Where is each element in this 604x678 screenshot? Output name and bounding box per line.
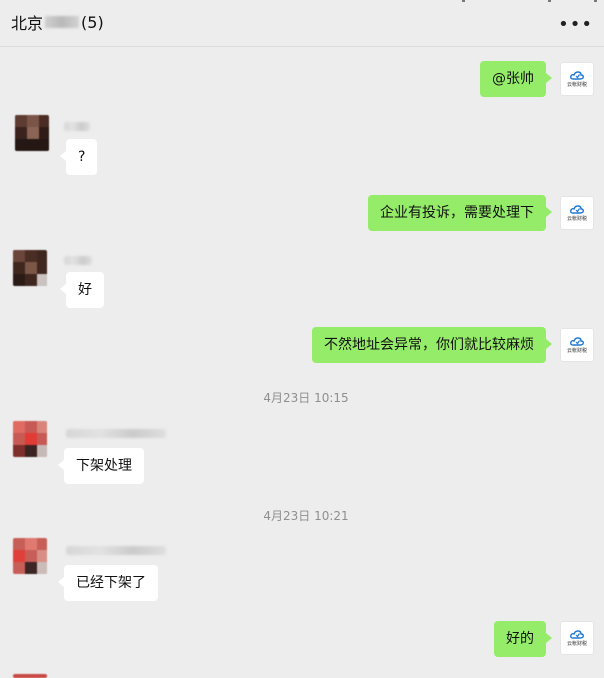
member-count: (5) [81,12,104,32]
sender-name-redacted [64,122,90,131]
avatar[interactable] [15,115,49,151]
cloud-logo-icon [570,70,584,80]
sender-name-redacted [66,546,166,555]
my-avatar[interactable]: 云帐财税 [560,621,594,655]
avatar[interactable] [13,538,47,574]
more-options-icon[interactable]: ••• [558,16,593,34]
message-bubble-other[interactable]: ? [59,139,98,175]
timestamp: 4月23日 10:21 [263,509,349,523]
brand-text: 云帐财税 [566,640,587,647]
message-bubble-mine[interactable]: @张帅 [480,61,552,97]
message-bubble-mine[interactable]: 好的 [494,621,552,657]
brand-text: 云帐财税 [566,347,587,354]
my-avatar[interactable]: 云帐财税 [560,196,594,230]
message-bubble-other[interactable]: 已经下架了 [58,565,158,601]
message-bubble-other[interactable]: 好 [60,272,104,308]
avatar[interactable] [13,421,47,457]
chat-header: 北京 (5) ••• [0,0,604,47]
brand-text: 云帐财税 [566,215,587,222]
message-bubble-other[interactable]: 下架处理 [58,448,144,484]
redacted-name [45,16,80,28]
avatar[interactable] [13,250,47,286]
chat-title-prefix: 北京 [11,14,44,33]
brand-text: 云帐财税 [566,81,587,88]
my-avatar[interactable]: 云帐财税 [560,62,594,96]
sender-name-redacted [64,256,92,265]
cloud-logo-icon [570,204,584,214]
message-bubble-mine[interactable]: 企业有投诉，需要处理下 [368,195,552,231]
sender-name-redacted [66,429,166,438]
my-avatar[interactable]: 云帐财税 [560,328,594,362]
cloud-logo-icon [570,629,584,639]
avatar[interactable] [13,674,47,678]
chat-title: 北京 (5) [11,10,104,34]
cloud-logo-icon [570,336,584,346]
message-bubble-mine[interactable]: 不然地址会异常，你们就比较麻烦 [312,327,552,363]
timestamp: 4月23日 10:15 [263,391,349,405]
